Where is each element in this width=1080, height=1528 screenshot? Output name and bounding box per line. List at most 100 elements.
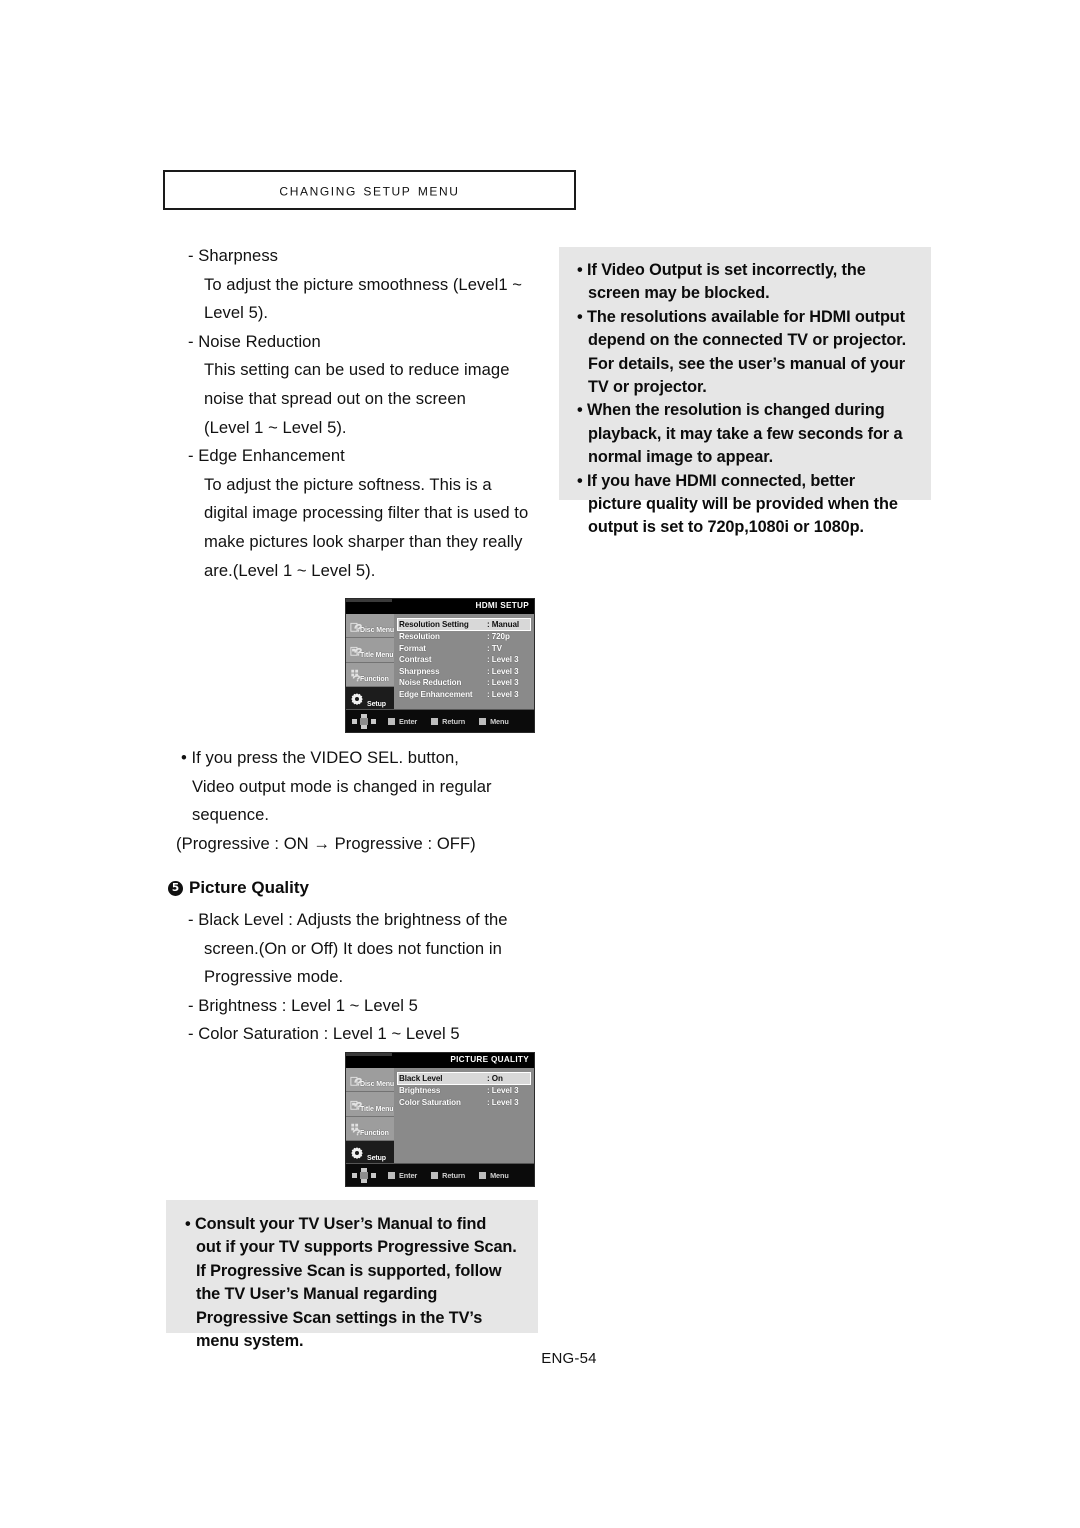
osd-footer-return[interactable]: Return xyxy=(431,717,465,726)
osd-sidebar-item-disc-menu[interactable]: Disc Menu xyxy=(346,614,394,639)
button-square-icon xyxy=(431,717,439,725)
brightness-line: - Brightness : Level 1 ~ Level 5 xyxy=(188,995,418,1015)
osd-row-key: Color Saturation xyxy=(399,1097,461,1107)
osd-row-value: : Level 3 xyxy=(487,1086,519,1095)
note-line: the TV User’s Manual regarding xyxy=(196,1285,438,1304)
osd-row-sharpness[interactable]: Sharpness : Level 3 xyxy=(399,666,529,678)
section-heading-picture-quality: 5 Picture Quality xyxy=(168,878,309,898)
osd-row-format[interactable]: Format : TV xyxy=(399,643,529,655)
osd-footer-bar: Enter Return Menu xyxy=(346,1163,534,1186)
osd-sidebar-item-function[interactable]: Function xyxy=(346,662,394,687)
osd-row-value: : 720p xyxy=(487,632,510,641)
button-square-icon xyxy=(388,717,395,725)
page-header-box: Changing Setup menu xyxy=(163,170,576,210)
osd-sidebar-item-setup[interactable]: Setup xyxy=(346,686,394,712)
osd-footer-enter[interactable]: Enter xyxy=(388,717,417,726)
osd-title-bar: HDMI SETUP xyxy=(346,599,534,614)
note-line: • The resolutions available for HDMI out… xyxy=(577,307,905,326)
osd-screenshot-picture-quality: PICTURE QUALITY Disc Menu Title Menu Fun… xyxy=(345,1052,535,1187)
osd-sidebar-item-title-menu[interactable]: Title Menu xyxy=(346,1092,394,1117)
osd-sidebar: Disc Menu Title Menu Function Setup xyxy=(346,1068,394,1166)
note-box-hdmi: • If Video Output is set incorrectly, th… xyxy=(559,247,931,536)
osd-row-black-level[interactable]: Black Level : On xyxy=(397,1072,531,1085)
osd-sidebar-item-function[interactable]: Function xyxy=(346,1116,394,1141)
picture-quality-text: - Black Level : Adjusts the brightness o… xyxy=(176,906,556,1049)
disc-menu-icon xyxy=(350,619,364,633)
note-line: depend on the connected TV or projector. xyxy=(588,331,907,350)
note-line: out if your TV supports Progressive Scan… xyxy=(196,1238,517,1257)
noise-reduction-desc-line-1: This setting can be used to reduce image xyxy=(204,360,510,380)
osd-row-value: : Level 3 xyxy=(487,1097,519,1107)
bullet-edge-enhancement: - Edge Enhancement xyxy=(188,446,345,466)
osd-footer-label: Enter xyxy=(399,1170,418,1180)
black-level-line-3: Progressive mode. xyxy=(204,967,344,987)
osd-row-noise-reduction[interactable]: Noise Reduction : Level 3 xyxy=(399,677,529,689)
osd-title: HDMI SETUP xyxy=(475,601,529,610)
osd-row-brightness[interactable]: Brightness : Level 3 xyxy=(399,1085,529,1097)
osd-row-value: : On xyxy=(487,1074,503,1083)
sharpness-desc-line-2: Level 5). xyxy=(204,303,269,323)
function-icon xyxy=(350,668,364,682)
osd-row-value: : Level 3 xyxy=(487,689,519,699)
video-sel-line-3: sequence. xyxy=(192,805,270,825)
gear-icon xyxy=(350,1146,364,1160)
osd-row-contrast[interactable]: Contrast : Level 3 xyxy=(399,654,529,666)
sharpness-desc-line-1: To adjust the picture smoothness (Level1… xyxy=(204,274,523,294)
title-menu-icon xyxy=(350,1097,364,1111)
osd-footer-label: Return xyxy=(442,1170,466,1180)
button-square-icon xyxy=(388,1171,395,1179)
osd-footer-label: Return xyxy=(442,716,466,726)
osd-row-value: : Manual xyxy=(487,620,520,629)
osd-footer-bar: Enter Return Menu xyxy=(346,709,534,732)
noise-reduction-desc-line-3: (Level 1 ~ Level 5). xyxy=(204,417,347,437)
osd-footer-menu[interactable]: Menu xyxy=(479,1171,509,1180)
osd-row-key: Brightness xyxy=(399,1086,441,1095)
note-line: output is set to 720p,1080i or 1080p. xyxy=(588,518,864,537)
note-line: picture quality will be provided when th… xyxy=(588,495,898,514)
osd-sidebar-item-setup[interactable]: Setup xyxy=(346,1140,394,1166)
osd-row-key: Contrast xyxy=(399,655,432,665)
osd-row-value: : Level 3 xyxy=(487,678,519,688)
button-square-icon xyxy=(431,1171,439,1179)
osd-row-key: Noise Reduction xyxy=(399,678,462,688)
osd-row-resolution[interactable]: Resolution : 720p xyxy=(399,631,529,643)
manual-page: Changing Setup menu - Sharpness To adjus… xyxy=(0,0,1080,1528)
video-sel-line-2: Video output mode is changed in regular xyxy=(192,776,492,796)
osd-footer-label: Menu xyxy=(490,1170,509,1180)
note-line: If Progressive Scan is supported, follow xyxy=(196,1261,502,1280)
osd-row-edge-enhancement[interactable]: Edge Enhancement : Level 3 xyxy=(399,689,529,701)
left-column-text: - Sharpness To adjust the picture smooth… xyxy=(176,242,548,585)
osd-row-resolution-setting[interactable]: Resolution Setting : Manual xyxy=(397,618,531,631)
osd-row-key: Edge Enhancement xyxy=(399,689,473,699)
osd-footer-label: Enter xyxy=(399,716,418,726)
note-line: Progressive Scan settings in the TV’s xyxy=(196,1308,483,1327)
osd-row-value: : Level 3 xyxy=(487,655,519,665)
dpad-icon xyxy=(352,1167,376,1183)
gear-icon xyxy=(350,692,364,706)
osd-screenshot-hdmi-setup: HDMI SETUP Disc Menu Title Menu Function… xyxy=(345,598,535,733)
osd-footer-menu[interactable]: Menu xyxy=(479,717,509,726)
note-line: • When the resolution is changed during xyxy=(577,401,885,420)
osd-sidebar-item-disc-menu[interactable]: Disc Menu xyxy=(346,1068,394,1093)
note-line: playback, it may take a few seconds for … xyxy=(588,424,903,443)
disc-menu-icon xyxy=(350,1073,364,1087)
edge-enhancement-desc-line-1: To adjust the picture softness. This is … xyxy=(204,474,492,494)
osd-row-color-saturation[interactable]: Color Saturation : Level 3 xyxy=(399,1097,529,1109)
section-number-badge: 5 xyxy=(168,880,183,896)
note-line: • If you have HDMI connected, better xyxy=(577,471,856,490)
edge-enhancement-desc-line-4: are.(Level 1 ~ Level 5). xyxy=(204,560,376,580)
osd-sidebar-item-title-menu[interactable]: Title Menu xyxy=(346,638,394,663)
dpad-icon xyxy=(352,713,376,729)
osd-row-key: Resolution xyxy=(399,632,440,641)
black-level-line-2: screen.(On or Off) It does not function … xyxy=(204,938,502,958)
bullet-sharpness: - Sharpness xyxy=(188,246,279,265)
osd-sidebar: Disc Menu Title Menu Function Setup xyxy=(346,614,394,712)
video-sel-line-1: • If you press the VIDEO SEL. button, xyxy=(181,748,459,767)
osd-footer-enter[interactable]: Enter xyxy=(388,1171,417,1180)
page-title: Changing Setup menu xyxy=(279,179,460,200)
osd-body: Disc Menu Title Menu xyxy=(346,614,534,712)
function-icon xyxy=(350,1122,364,1136)
osd-footer-return[interactable]: Return xyxy=(431,1171,465,1180)
osd-row-value: : Level 3 xyxy=(487,666,519,676)
osd-row-key: Sharpness xyxy=(399,666,440,676)
